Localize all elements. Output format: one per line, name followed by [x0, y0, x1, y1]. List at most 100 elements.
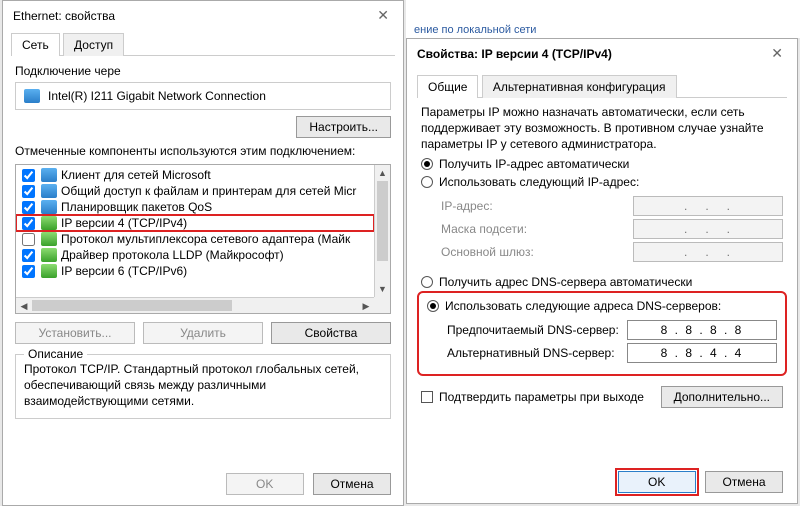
list-item[interactable]: IP версии 6 (TCP/IPv6)	[16, 263, 374, 279]
close-icon[interactable]: ✕	[767, 45, 787, 62]
parent-caption: ение по локальной сети	[414, 24, 536, 36]
component-label: Клиент для сетей Microsoft	[61, 168, 211, 182]
component-icon	[41, 184, 57, 198]
ip-address-input	[633, 196, 783, 216]
component-icon	[41, 168, 57, 182]
scroll-right-icon[interactable]: ▶	[358, 298, 374, 314]
components-list: Клиент для сетей Microsoft Общий доступ к…	[15, 164, 391, 314]
description-title: Описание	[24, 347, 87, 361]
titlebar: Свойства: IP версии 4 (TCP/IPv4) ✕	[407, 39, 797, 68]
radio-label: Использовать следующие адреса DNS-сервер…	[445, 299, 721, 313]
preferred-dns-input[interactable]	[627, 320, 777, 340]
window-title: Ethernet: свойства	[13, 9, 115, 23]
scroll-corner	[374, 297, 390, 313]
list-item[interactable]: Клиент для сетей Microsoft	[16, 167, 374, 183]
component-checkbox[interactable]	[22, 169, 35, 182]
ip-fields: IP-адрес: Маска подсети: Основной шлюз:	[407, 191, 797, 267]
ip-address-label: IP-адрес:	[441, 199, 493, 213]
component-icon	[41, 232, 57, 246]
list-item[interactable]: Общий доступ к файлам и принтерам для се…	[16, 183, 374, 199]
dialog-buttons: OK Отмена	[612, 471, 783, 493]
checkbox-icon	[421, 391, 433, 403]
component-icon	[41, 200, 57, 214]
preferred-dns-label: Предпочитаемый DNS-сервер:	[447, 323, 619, 337]
cancel-button[interactable]: Отмена	[313, 473, 391, 495]
tab-body: Подключение чере Intel(R) I211 Gigabit N…	[3, 56, 403, 427]
component-checkbox[interactable]	[22, 233, 35, 246]
scroll-up-icon[interactable]: ▲	[375, 165, 390, 181]
cancel-button[interactable]: Отмена	[705, 471, 783, 493]
alternate-dns-input[interactable]	[627, 343, 777, 363]
component-icon	[41, 264, 57, 278]
install-button[interactable]: Установить...	[15, 322, 135, 344]
parameters-help-text: Параметры IP можно назначать автоматичес…	[407, 98, 797, 155]
component-label: Общий доступ к файлам и принтерам для се…	[61, 184, 356, 198]
list-item[interactable]: Драйвер протокола LLDP (Майкрософт)	[16, 247, 374, 263]
component-label: IP версии 6 (TCP/IPv6)	[61, 264, 187, 278]
connection-through-label: Подключение чере	[15, 64, 391, 78]
gateway-label: Основной шлюз:	[441, 245, 534, 259]
radio-ip-auto[interactable]: Получить IP-адрес автоматически	[407, 155, 797, 173]
radio-dns-auto[interactable]: Получить адрес DNS-сервера автоматически	[407, 273, 797, 291]
component-checkbox[interactable]	[22, 249, 35, 262]
radio-ip-manual[interactable]: Использовать следующий IP-адрес:	[407, 173, 797, 191]
confirm-label: Подтвердить параметры при выходе	[439, 390, 644, 404]
radio-icon	[427, 300, 439, 312]
advanced-button[interactable]: Дополнительно...	[661, 386, 783, 408]
scroll-down-icon[interactable]: ▼	[375, 281, 390, 297]
component-label: Драйвер протокола LLDP (Майкрософт)	[61, 248, 284, 262]
component-checkbox[interactable]	[22, 185, 35, 198]
component-label: Планировщик пакетов QoS	[61, 200, 212, 214]
titlebar: Ethernet: свойства ✕	[3, 1, 403, 30]
dns-manual-block: Использовать следующие адреса DNS-сервер…	[417, 291, 787, 376]
dialog-buttons: OK Отмена	[220, 473, 391, 495]
configure-button[interactable]: Настроить...	[296, 116, 391, 138]
component-checkbox[interactable]	[22, 265, 35, 278]
list-item[interactable]: IP версии 4 (TCP/IPv4)	[16, 215, 374, 231]
confirm-checkbox[interactable]: Подтвердить параметры при выходе	[421, 390, 644, 404]
component-checkbox[interactable]	[22, 217, 35, 230]
radio-label: Получить адрес DNS-сервера автоматически	[439, 275, 692, 289]
radio-label: Получить IP-адрес автоматически	[439, 157, 629, 171]
description-text: Протокол TCP/IP. Стандартный протокол гл…	[24, 361, 382, 410]
close-icon[interactable]: ✕	[373, 7, 393, 24]
radio-label: Использовать следующий IP-адрес:	[439, 175, 639, 189]
component-label: Протокол мультиплексора сетевого адаптер…	[61, 232, 350, 246]
remove-button[interactable]: Удалить	[143, 322, 263, 344]
component-checkbox[interactable]	[22, 201, 35, 214]
ok-button[interactable]: OK	[226, 473, 304, 495]
list-item[interactable]: Протокол мультиплексора сетевого адаптер…	[16, 231, 374, 247]
component-icon	[41, 216, 57, 230]
window-title: Свойства: IP версии 4 (TCP/IPv4)	[417, 47, 612, 61]
tab-network[interactable]: Сеть	[11, 33, 60, 56]
ipv4-properties-dialog: Свойства: IP версии 4 (TCP/IPv4) ✕ Общие…	[406, 38, 798, 504]
parent-window-strip: ение по локальной сети	[406, 0, 800, 38]
ethernet-properties-dialog: Ethernet: свойства ✕ Сеть Доступ Подключ…	[2, 0, 404, 506]
properties-button[interactable]: Свойства	[271, 322, 391, 344]
tabs: Общие Альтернативная конфигурация	[417, 74, 787, 98]
tabs: Сеть Доступ	[11, 32, 395, 56]
nic-icon	[24, 89, 40, 103]
adapter-name: Intel(R) I211 Gigabit Network Connection	[48, 89, 266, 103]
radio-icon	[421, 276, 433, 288]
list-item[interactable]: Планировщик пакетов QoS	[16, 199, 374, 215]
components-label: Отмеченные компоненты используются этим …	[15, 144, 391, 158]
tab-alt-config[interactable]: Альтернативная конфигурация	[482, 75, 677, 98]
ok-button[interactable]: OK	[618, 471, 696, 493]
scrollbar-v[interactable]: ▲ ▼	[374, 165, 390, 297]
scroll-left-icon[interactable]: ◀	[16, 298, 32, 314]
scrollbar-h[interactable]: ◀ ▶	[16, 297, 374, 313]
tab-general[interactable]: Общие	[417, 75, 478, 98]
subnet-mask-input	[633, 219, 783, 239]
gateway-input	[633, 242, 783, 262]
confirm-advanced-row: Подтвердить параметры при выходе Дополни…	[407, 376, 797, 408]
description-group: Описание Протокол TCP/IP. Стандартный пр…	[15, 354, 391, 419]
scroll-thumb-h[interactable]	[32, 300, 232, 311]
radio-icon	[421, 176, 433, 188]
adapter-box: Intel(R) I211 Gigabit Network Connection	[15, 82, 391, 110]
radio-icon	[421, 158, 433, 170]
radio-dns-manual[interactable]: Использовать следующие адреса DNS-сервер…	[423, 297, 781, 315]
scroll-thumb[interactable]	[377, 181, 388, 261]
tab-access[interactable]: Доступ	[63, 33, 124, 56]
component-icon	[41, 248, 57, 262]
